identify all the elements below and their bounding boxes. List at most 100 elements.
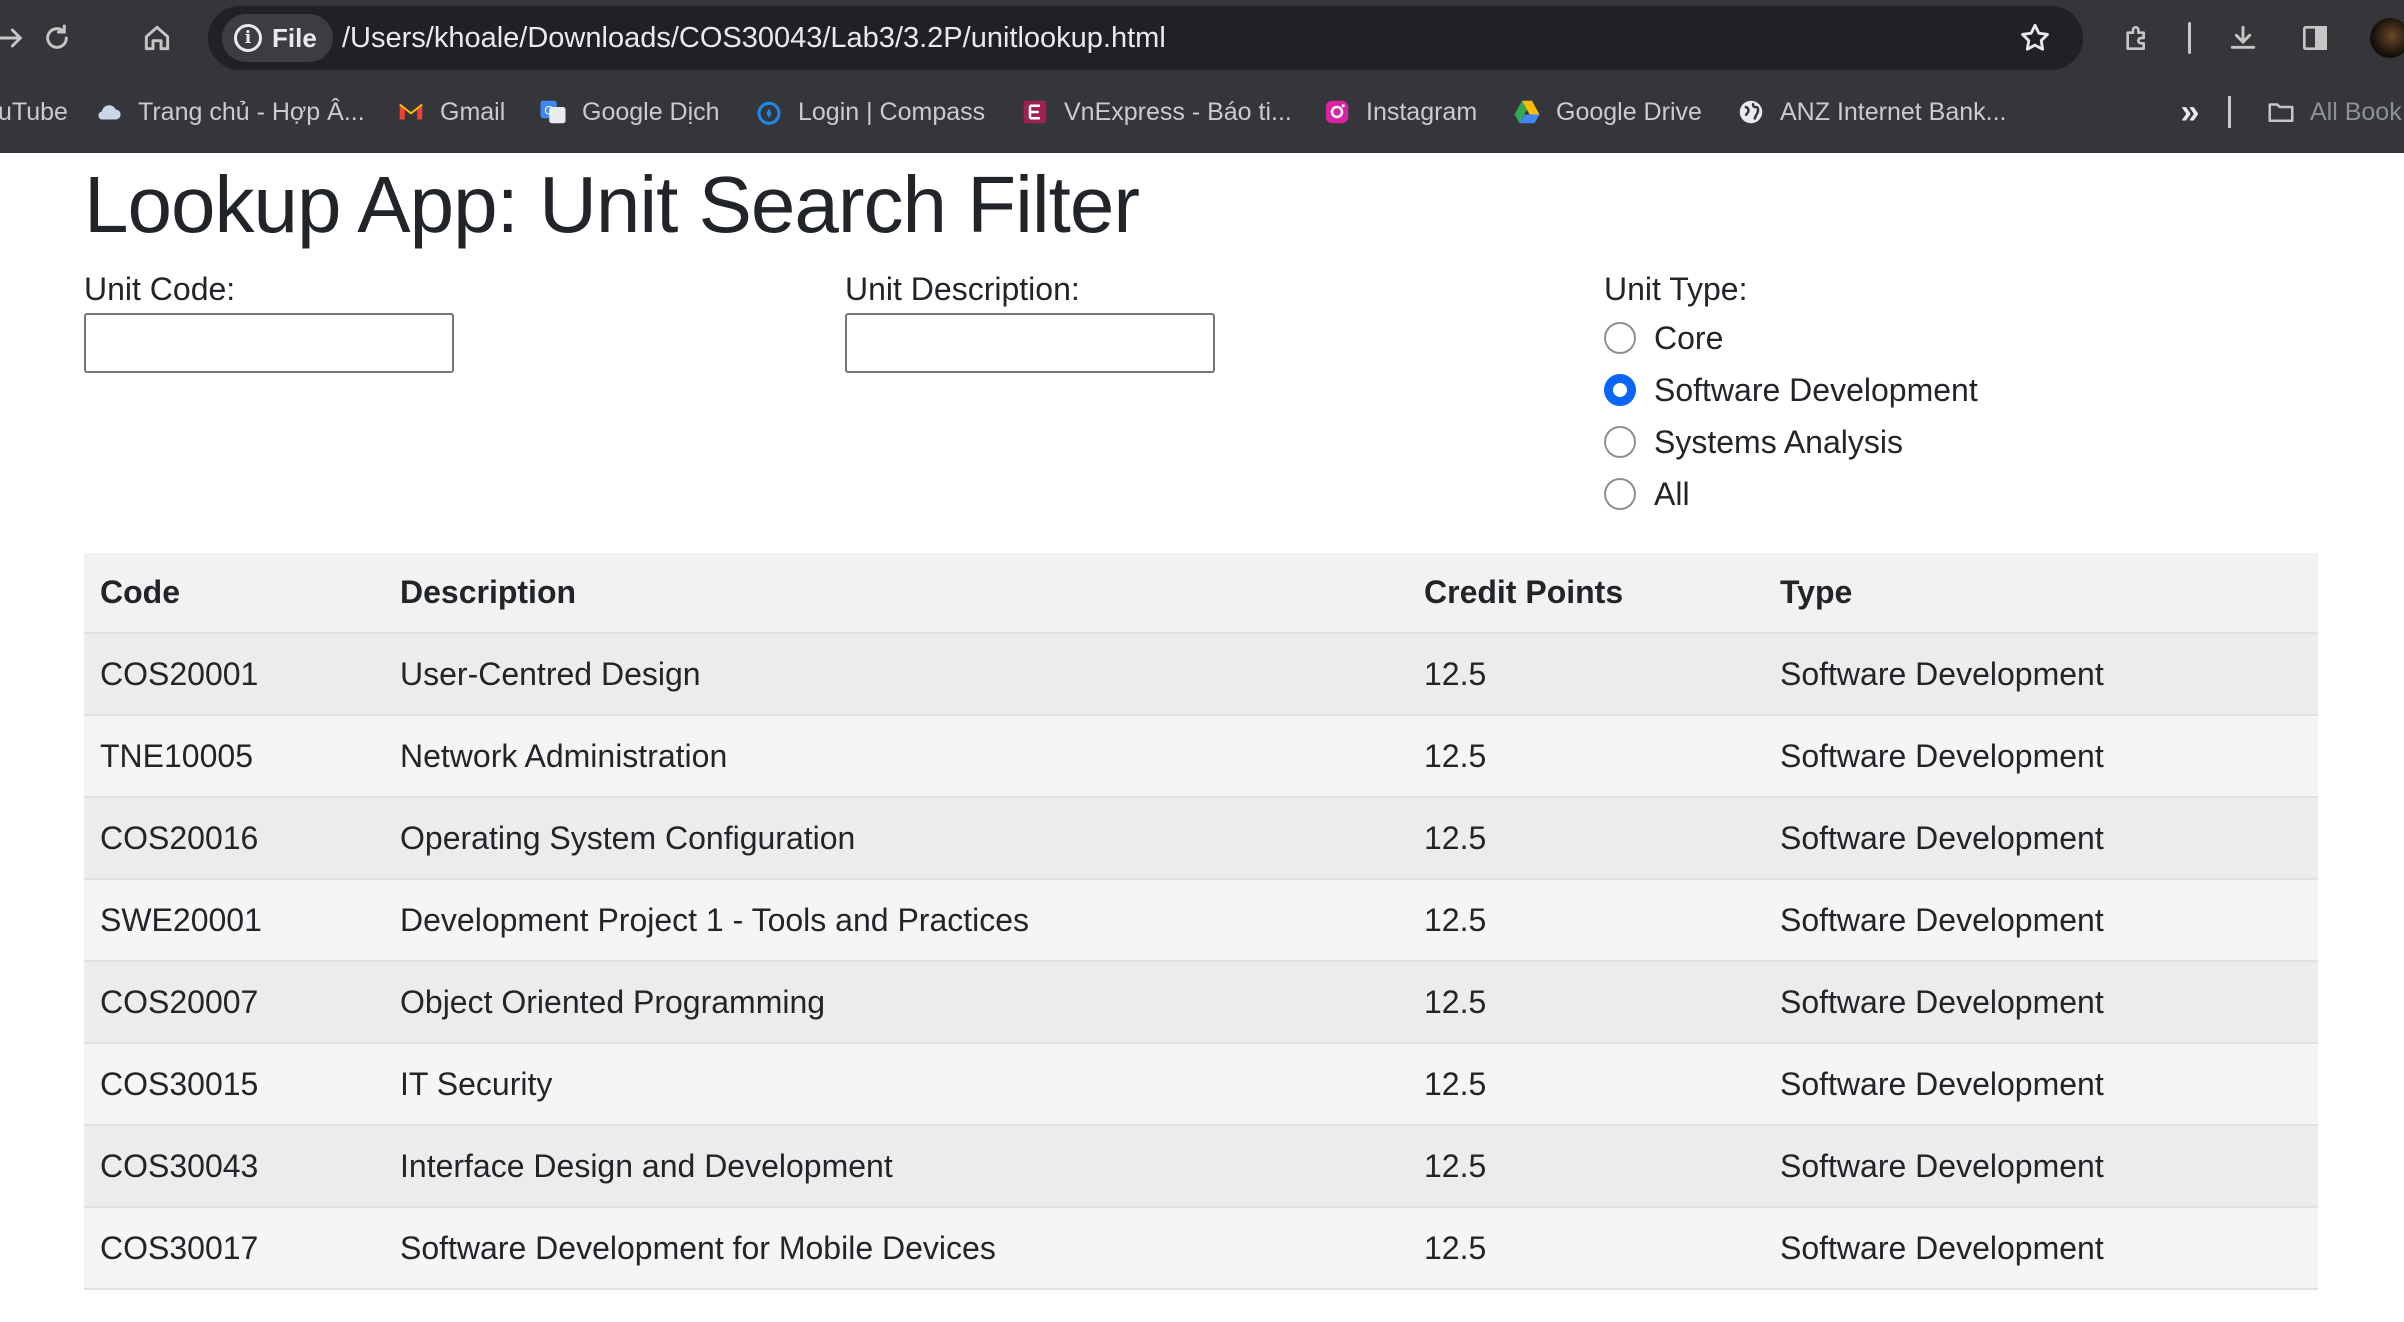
units-table: Code Description Credit Points Type COS2… — [84, 553, 2318, 1290]
cell-description: Object Oriented Programming — [384, 961, 1408, 1044]
extensions-icon[interactable] — [2118, 19, 2156, 57]
unit-code-input[interactable] — [84, 313, 454, 373]
download-icon[interactable] — [2224, 19, 2262, 57]
bookmark-anz[interactable]: ANZ Internet Bank... — [1736, 84, 2007, 140]
cell-code: COS20016 — [84, 797, 384, 880]
browser-chrome: i File /Users/khoale/Downloads/COS30043/… — [0, 0, 2404, 153]
radio-button[interactable] — [1604, 322, 1636, 354]
unit-description-label: Unit Description: — [845, 271, 1080, 307]
globe-icon — [1736, 97, 1766, 127]
radio-label: All — [1654, 475, 1690, 512]
instagram-icon — [1322, 97, 1352, 127]
column-header-description: Description — [384, 553, 1408, 634]
url-text[interactable]: /Users/khoale/Downloads/COS30043/Lab3/3.… — [342, 6, 1166, 70]
side-panel-icon[interactable] — [2296, 19, 2334, 57]
cell-description: Interface Design and Development — [384, 1125, 1408, 1208]
unit-type-label: Unit Type: — [1604, 271, 1748, 307]
profile-avatar[interactable] — [2370, 18, 2404, 58]
table-row: SWE20001 Development Project 1 - Tools a… — [84, 879, 2318, 962]
radio-button[interactable] — [1604, 426, 1636, 458]
svg-text:G: G — [544, 105, 553, 118]
bookmark-label: Trang chủ - Hợp Â... — [138, 97, 365, 126]
cell-type: Software Development — [1764, 879, 2318, 962]
cell-description: IT Security — [384, 1043, 1408, 1126]
page-content: Lookup App: Unit Search Filter Unit Code… — [0, 153, 2404, 1322]
bookmark-youtube[interactable]: uTube — [0, 84, 68, 140]
column-header-credit-points: Credit Points — [1408, 553, 1764, 634]
bookmark-google-drive[interactable]: Google Drive — [1512, 84, 1702, 140]
cell-code: COS30015 — [84, 1043, 384, 1126]
cell-code: SWE20001 — [84, 879, 384, 962]
bookmark-instagram[interactable]: Instagram — [1322, 84, 1477, 140]
more-bookmarks-button[interactable]: » — [2170, 92, 2210, 132]
bookmark-label: Google Drive — [1556, 97, 1702, 126]
gmail-icon — [396, 97, 426, 127]
page-title: Lookup App: Unit Search Filter — [84, 160, 1140, 249]
toolbar-divider — [2188, 22, 2191, 54]
cell-type: Software Development — [1764, 961, 2318, 1044]
cell-credit-points: 12.5 — [1408, 961, 1764, 1044]
google-drive-icon — [1512, 97, 1542, 127]
google-translate-icon: G — [538, 97, 568, 127]
radio-button[interactable] — [1604, 478, 1636, 510]
bookmark-compass[interactable]: Login | Compass — [754, 84, 985, 140]
bookmarks-divider — [2228, 96, 2231, 128]
table-header-row: Code Description Credit Points Type — [84, 553, 2318, 634]
cell-credit-points: 12.5 — [1408, 797, 1764, 880]
radio-label: Software Development — [1654, 371, 1978, 408]
unit-description-input[interactable] — [845, 313, 1215, 373]
bookmark-google-dich[interactable]: G Google Dịch — [538, 84, 720, 140]
vnexpress-icon — [1020, 97, 1050, 127]
bookmark-label: uTube — [0, 97, 68, 126]
bookmark-label: Instagram — [1366, 97, 1478, 126]
table-row: COS20016 Operating System Configuration … — [84, 797, 2318, 880]
cell-credit-points: 12.5 — [1408, 879, 1764, 962]
unit-code-label: Unit Code: — [84, 271, 236, 307]
bookmark-label: ANZ Internet Bank... — [1780, 97, 2007, 126]
cloud-icon — [94, 97, 124, 127]
bookmark-trang-chu[interactable]: Trang chủ - Hợp Â... — [94, 84, 365, 140]
bookmark-label: Gmail — [440, 97, 506, 126]
all-bookmarks-button[interactable]: All Book — [2266, 84, 2402, 140]
table-row: COS30015 IT Security 12.5 Software Devel… — [84, 1043, 2318, 1126]
cell-credit-points: 12.5 — [1408, 633, 1764, 716]
radio-label: Core — [1654, 319, 1724, 356]
column-header-type: Type — [1764, 553, 2318, 634]
cell-description: Development Project 1 - Tools and Practi… — [384, 879, 1408, 962]
radio-option-all[interactable]: All — [1604, 474, 1690, 514]
forward-arrow-icon[interactable] — [0, 19, 30, 57]
cell-code: COS20001 — [84, 633, 384, 716]
bookmark-star-icon[interactable] — [2015, 18, 2055, 58]
table-row: COS20007 Object Oriented Programming 12.… — [84, 961, 2318, 1044]
bookmark-label: Google Dịch — [582, 97, 720, 126]
cell-description: Network Administration — [384, 715, 1408, 798]
site-chip-label: File — [272, 22, 317, 53]
site-info-chip[interactable]: i File — [222, 14, 333, 62]
bookmarks-bar: uTube Trang chủ - Hợp Â... Gmail G Googl… — [0, 84, 2404, 140]
address-bar[interactable]: i File /Users/khoale/Downloads/COS30043/… — [208, 6, 2083, 70]
cell-type: Software Development — [1764, 797, 2318, 880]
radio-option-systems-analysis[interactable]: Systems Analysis — [1604, 422, 1903, 462]
column-header-code: Code — [84, 553, 384, 634]
cell-type: Software Development — [1764, 1125, 2318, 1208]
cell-type: Software Development — [1764, 715, 2318, 798]
cell-credit-points: 12.5 — [1408, 1043, 1764, 1126]
cell-code: COS20007 — [84, 961, 384, 1044]
bookmark-vnexpress[interactable]: VnExpress - Báo ti... — [1020, 84, 1292, 140]
cell-description: Software Development for Mobile Devices — [384, 1207, 1408, 1290]
radio-option-core[interactable]: Core — [1604, 318, 1723, 358]
cell-type: Software Development — [1764, 633, 2318, 716]
table-row: COS30043 Interface Design and Developmen… — [84, 1125, 2318, 1208]
table-row: COS30017 Software Development for Mobile… — [84, 1207, 2318, 1290]
bookmark-gmail[interactable]: Gmail — [396, 84, 505, 140]
radio-label: Systems Analysis — [1654, 423, 1903, 460]
home-icon[interactable] — [138, 19, 176, 57]
bookmark-label: Login | Compass — [798, 97, 986, 126]
table-row: TNE10005 Network Administration 12.5 Sof… — [84, 715, 2318, 798]
cell-description: Operating System Configuration — [384, 797, 1408, 880]
radio-button-selected[interactable] — [1604, 374, 1636, 406]
reload-icon[interactable] — [38, 19, 76, 57]
browser-toolbar: i File /Users/khoale/Downloads/COS30043/… — [0, 0, 2404, 76]
cell-credit-points: 12.5 — [1408, 1207, 1764, 1290]
radio-option-software-development[interactable]: Software Development — [1604, 370, 1978, 410]
